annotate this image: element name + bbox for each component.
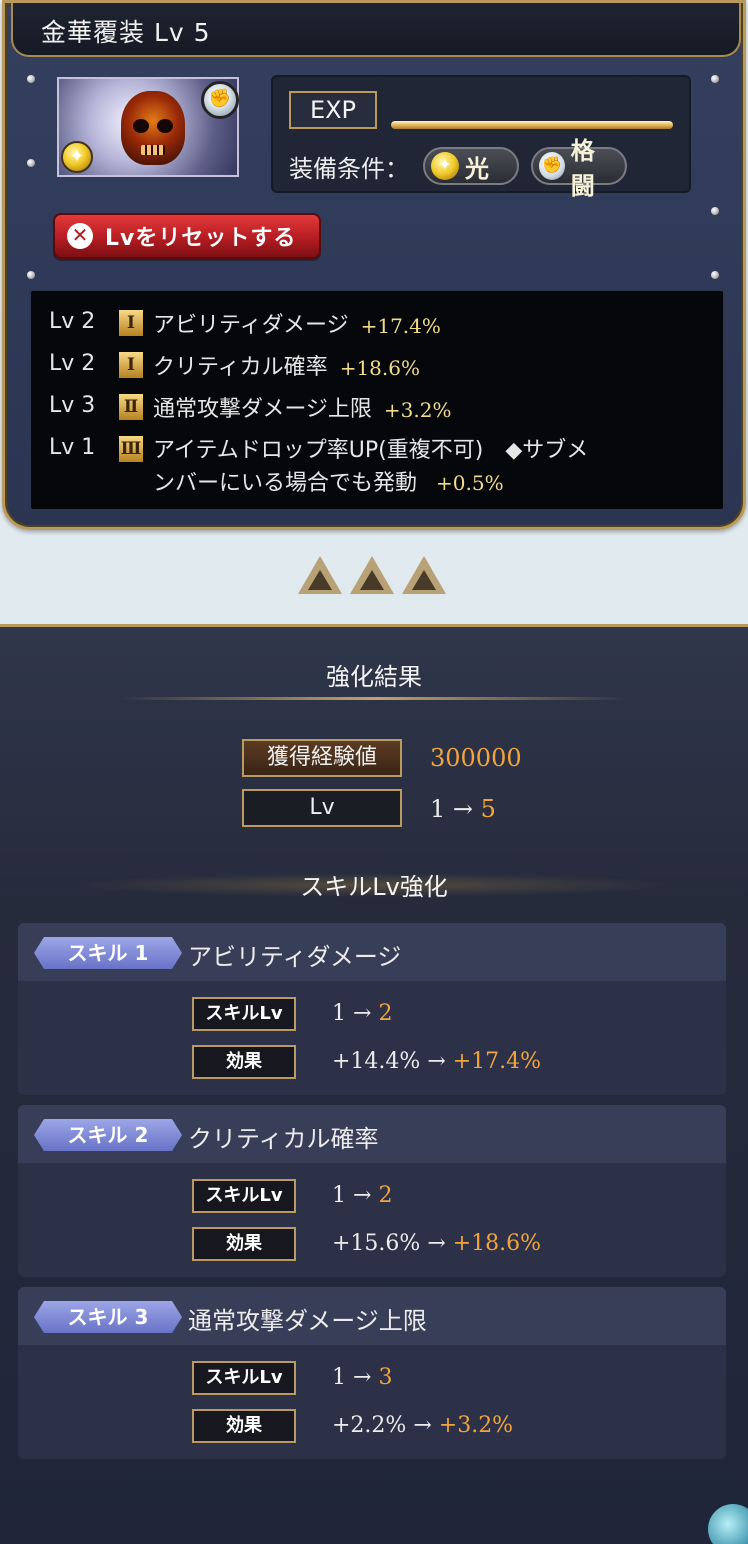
fist-icon: ✊	[539, 152, 565, 180]
orb-icon	[708, 1504, 748, 1544]
fist-icon: ✊	[201, 81, 239, 119]
effect-change: +14.4% → +17.4%	[332, 1049, 541, 1074]
condition-fist-badge: ✊ 格闘	[531, 137, 627, 200]
skill-name: クリティカル確率	[153, 355, 328, 380]
skill-lv-from: 1 →	[332, 1001, 372, 1026]
exp-progress-bar	[391, 121, 673, 129]
skill-card-header: スキル 1 アビリティダメージ	[18, 923, 726, 981]
skill-card: スキル 2 クリティカル確率 スキルLv 1 → 2 効果 +15.6% → +…	[18, 1105, 726, 1277]
exp-gained-label: 獲得経験値	[242, 739, 402, 777]
skill-card-header: スキル 3 通常攻撃ダメージ上限	[18, 1287, 726, 1345]
skill-bonus: +18.6%	[339, 356, 420, 380]
skill-lv-to: 3	[378, 1365, 393, 1390]
level-label: Lv	[242, 789, 402, 827]
skill-lv-from: 1 →	[332, 1365, 372, 1390]
skill-lv-label: スキルLv	[192, 997, 296, 1031]
triangle-arrow-icon	[350, 556, 394, 594]
triangle-arrow-icon	[402, 556, 446, 594]
skill-lv-change: 1 → 3	[332, 1365, 392, 1390]
skill-rank-badge: Ⅰ	[119, 352, 143, 378]
skill-rank-badge: Ⅰ	[119, 310, 143, 336]
skill-bonus: +3.2%	[383, 398, 452, 422]
skill-rank-badge: Ⅲ	[119, 436, 143, 462]
light-element-icon: ✦	[431, 152, 459, 180]
effect-label: 効果	[192, 1227, 296, 1261]
rivet-icon	[711, 271, 719, 279]
skill-lv-from: 1 →	[332, 1183, 372, 1208]
title-bar: 金華覆装 Lv 5	[11, 3, 741, 57]
skill-lv-to: 2	[378, 1183, 393, 1208]
skill-lv-to: 2	[378, 1001, 393, 1026]
effect-from: +2.2% →	[332, 1413, 432, 1438]
skill-tag: スキル 1	[34, 937, 182, 969]
current-skill-list: Lv 2 Ⅰ アビリティダメージ +17.4% Lv 2 Ⅰ クリティカル確率 …	[29, 289, 725, 511]
effect-from: +15.6% →	[332, 1231, 446, 1256]
skill-rank-badge: Ⅱ	[119, 394, 143, 420]
skill-card: スキル 3 通常攻撃ダメージ上限 スキルLv 1 → 3 効果 +2.2% → …	[18, 1287, 726, 1459]
condition-light-badge: ✦ 光	[423, 147, 519, 185]
skill-card-header: スキル 2 クリティカル確率	[18, 1105, 726, 1163]
rivet-icon	[711, 207, 719, 215]
skill-card-name: クリティカル確率	[188, 1125, 379, 1153]
result-title: 強化結果	[326, 663, 422, 691]
skill-lv-label: スキルLv	[192, 1179, 296, 1213]
close-icon: ✕	[67, 223, 93, 249]
skill-name-line2: ンバーにいる場合でも発動	[153, 471, 418, 496]
condition-fist-label: 格闘	[570, 137, 595, 200]
skull-icon	[121, 91, 185, 165]
divider	[120, 697, 628, 700]
skill-level: Lv 3	[49, 393, 96, 418]
effect-change: +2.2% → +3.2%	[332, 1413, 513, 1438]
item-thumbnail[interactable]: ✦ ✊	[57, 77, 239, 177]
skill-lv-change: 1 → 2	[332, 1001, 392, 1026]
skill-card-name: アビリティダメージ	[188, 943, 402, 971]
skill-name-line1: アイテムドロップ率UP(重複不可) ◆サブメ	[153, 438, 589, 463]
effect-to: +17.4%	[452, 1049, 542, 1074]
level-change: 1 → 5	[430, 795, 496, 823]
condition-label: 装備条件：	[289, 155, 409, 183]
exp-label: EXP	[289, 91, 377, 129]
skill-level: Lv 2	[49, 351, 96, 376]
effect-to: +18.6%	[452, 1231, 542, 1256]
skill-card: スキル 1 アビリティダメージ スキルLv 1 → 2 効果 +14.4% → …	[18, 923, 726, 1095]
info-box: EXP 装備条件： ✦ 光 ✊ 格闘	[271, 75, 691, 200]
reset-level-label: Lvをリセットする	[105, 226, 297, 251]
skill-name: 通常攻撃ダメージ上限	[153, 397, 372, 422]
page-title: 金華覆装 Lv 5	[41, 18, 211, 47]
skill-lv-label: スキルLv	[192, 1361, 296, 1395]
effect-change: +15.6% → +18.6%	[332, 1231, 541, 1256]
skill-level: Lv 1	[49, 435, 96, 460]
exp-gained-value: 300000	[430, 744, 522, 772]
skill-level: Lv 2	[49, 309, 96, 334]
skill-name: アビリティダメージ	[153, 313, 349, 338]
rivet-icon	[27, 271, 35, 279]
condition-light-label: 光	[465, 154, 489, 183]
level-to: 5	[480, 795, 496, 823]
skill-card-name: 通常攻撃ダメージ上限	[188, 1307, 427, 1335]
skill-tag: スキル 3	[34, 1301, 182, 1333]
result-panel: 強化結果 獲得経験値 300000 Lv 1 → 5 スキルLv強化 スキル 1…	[0, 624, 748, 1544]
effect-label: 効果	[192, 1409, 296, 1443]
arrow-group	[298, 556, 446, 594]
skill-lv-change: 1 → 2	[332, 1183, 392, 1208]
list-item: Lv 1 Ⅲ アイテムドロップ率UP(重複不可) ◆サブメ ンバーにいる場合でも…	[49, 435, 588, 500]
effect-to: +3.2%	[438, 1413, 514, 1438]
equipment-panel: 金華覆装 Lv 5 ✦ ✊ EXP 装備条件： ✦ 光 ✊ 格闘 ✕ Lvをリセ…	[2, 0, 746, 530]
triangle-arrow-icon	[298, 556, 342, 594]
skill-bonus: +0.5%	[436, 471, 504, 495]
skill-tag: スキル 2	[34, 1119, 182, 1151]
reset-level-button[interactable]: ✕ Lvをリセットする	[53, 213, 321, 259]
effect-label: 効果	[192, 1045, 296, 1079]
skill-bonus: +17.4%	[360, 314, 441, 338]
list-item: Lv 3 Ⅱ 通常攻撃ダメージ上限 +3.2%	[49, 393, 451, 427]
list-item: Lv 2 Ⅰ アビリティダメージ +17.4%	[49, 309, 441, 343]
list-item: Lv 2 Ⅰ クリティカル確率 +18.6%	[49, 351, 420, 385]
skill-section-title: スキルLv強化	[300, 873, 448, 901]
light-element-icon: ✦	[61, 141, 93, 173]
rivet-icon	[27, 75, 35, 83]
rivet-icon	[27, 159, 35, 167]
level-from: 1 →	[430, 795, 474, 823]
rivet-icon	[711, 75, 719, 83]
effect-from: +14.4% →	[332, 1049, 446, 1074]
